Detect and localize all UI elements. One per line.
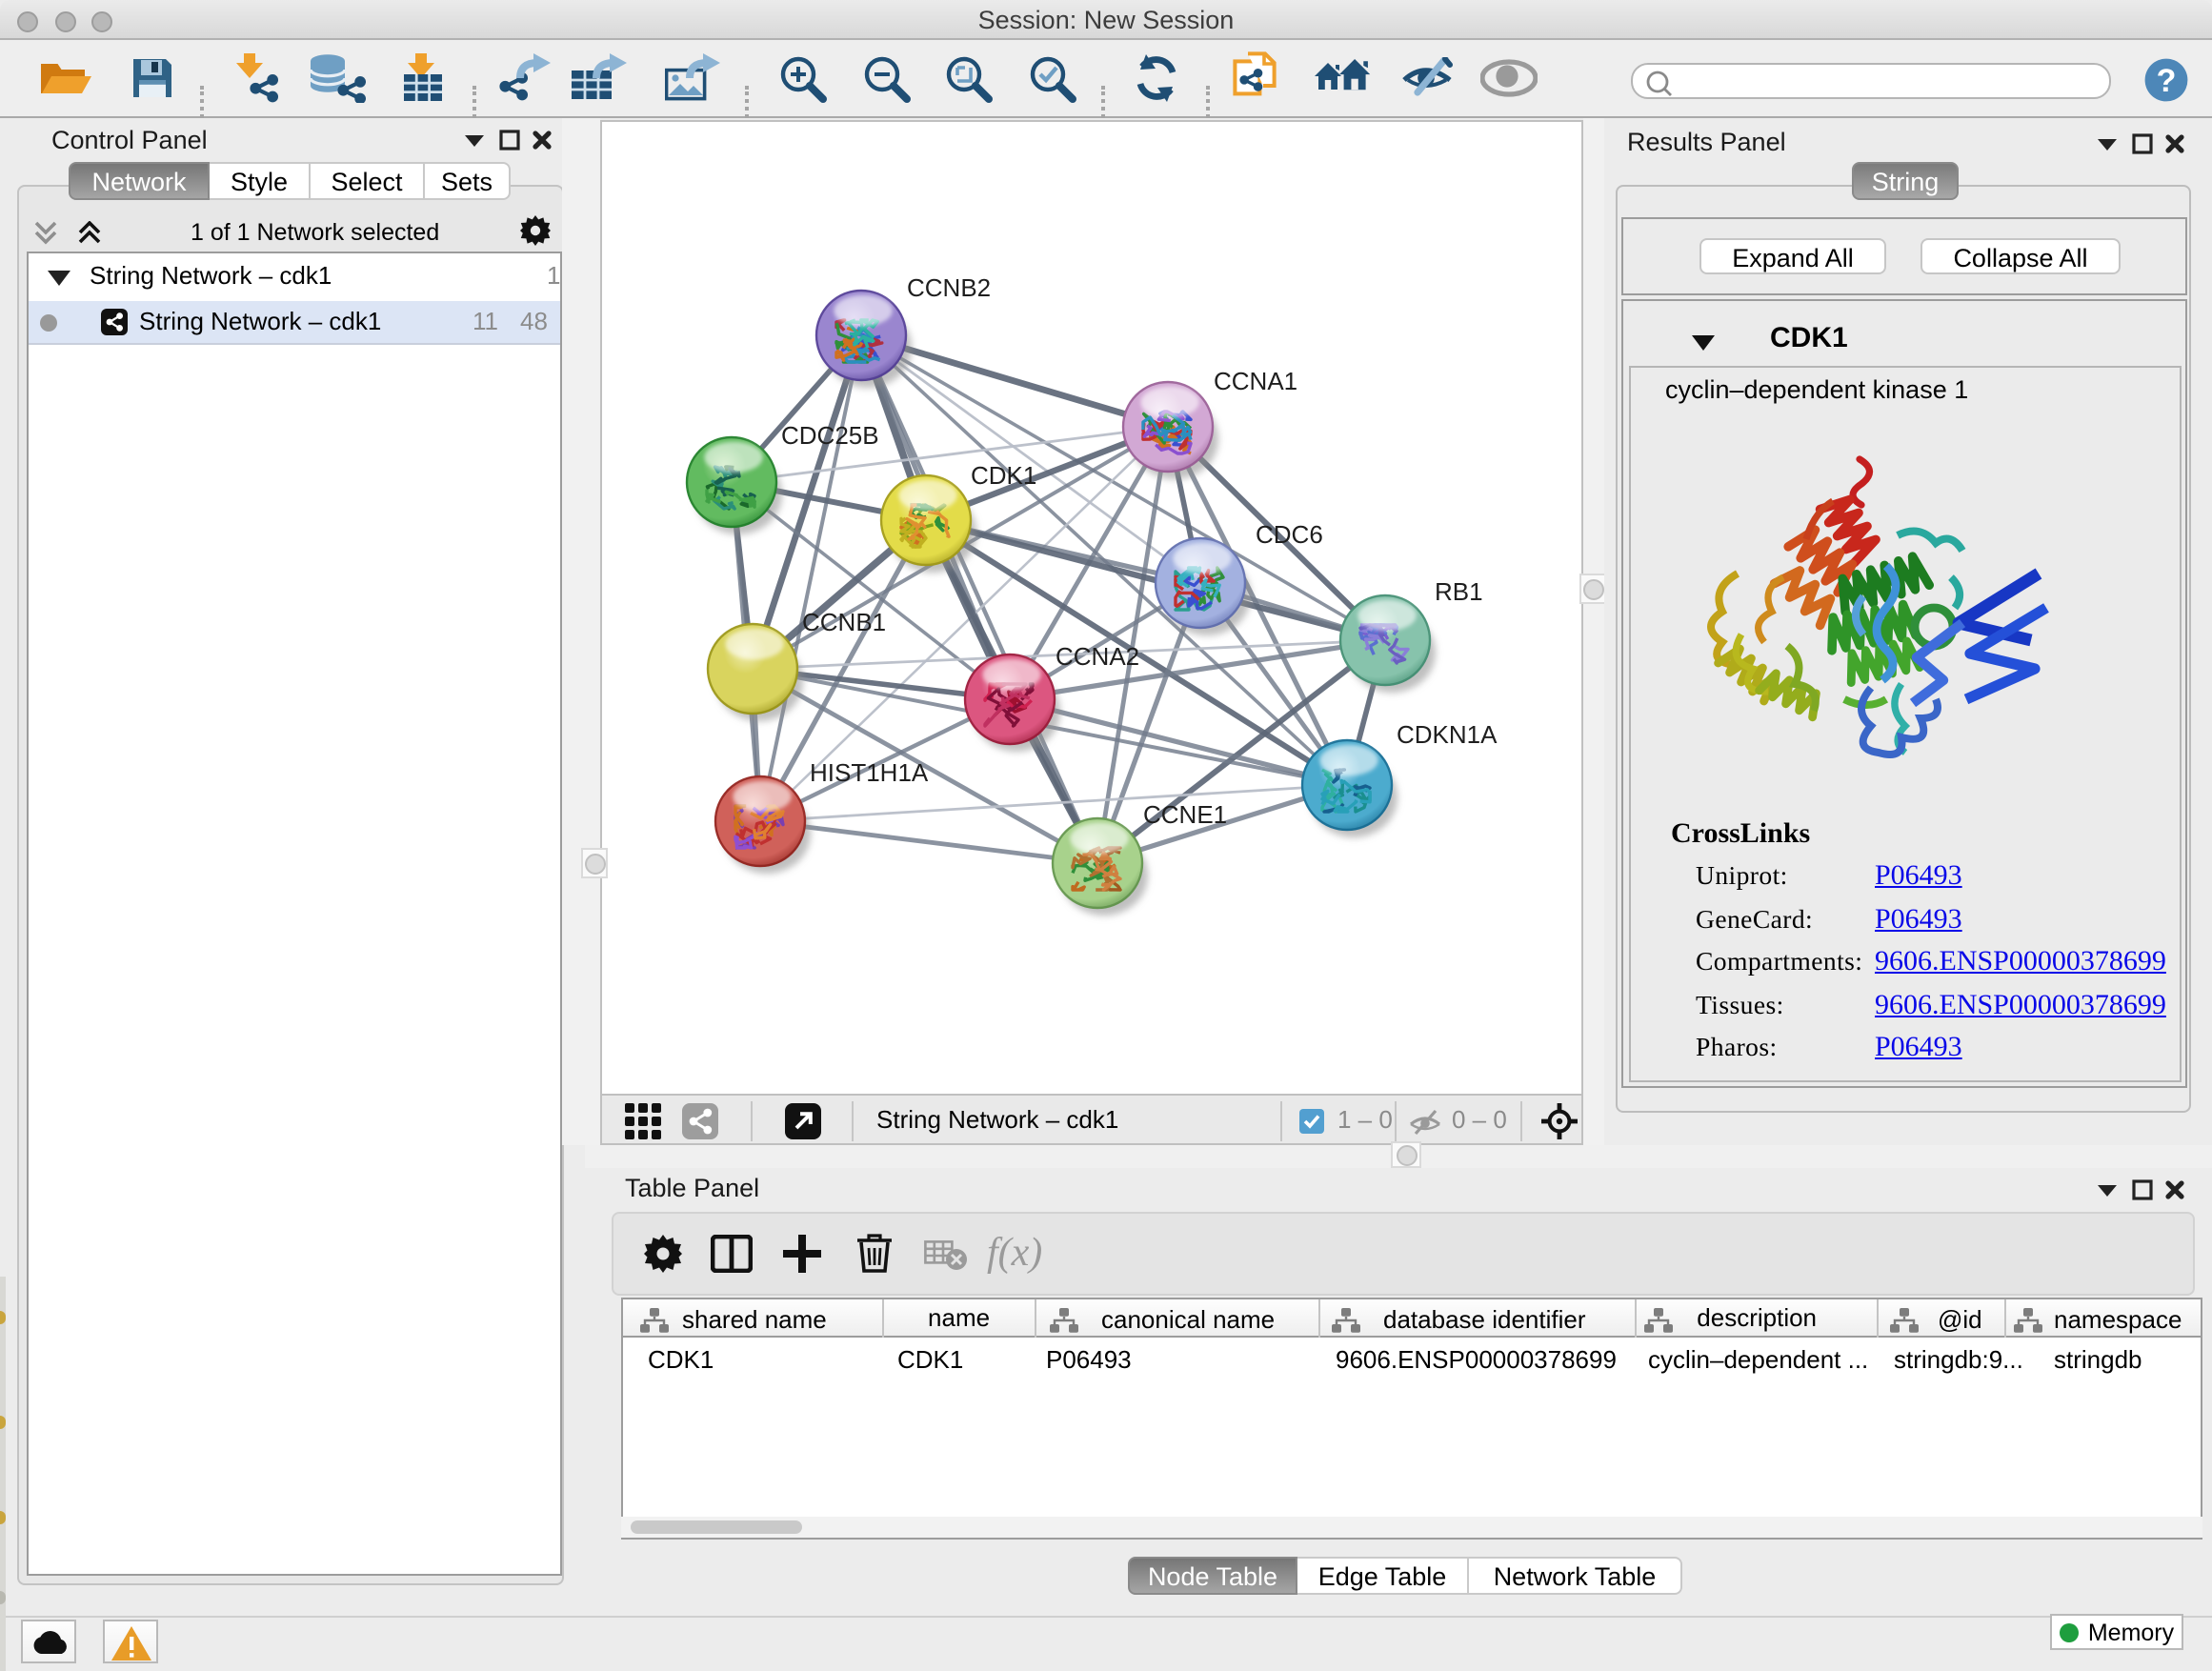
svg-text:CCNE1: CCNE1: [1143, 800, 1227, 829]
svg-text:CCNB2: CCNB2: [907, 273, 991, 302]
svg-text:?: ?: [2157, 63, 2177, 99]
svg-text:CDC6: CDC6: [1256, 520, 1323, 549]
svg-text:HIST1H1A: HIST1H1A: [810, 758, 929, 787]
svg-text:RB1: RB1: [1435, 577, 1483, 606]
svg-text:CCNA2: CCNA2: [1056, 642, 1139, 671]
svg-text:CDK1: CDK1: [971, 461, 1036, 490]
svg-text:CCNA1: CCNA1: [1214, 367, 1297, 395]
svg-text:CCNB1: CCNB1: [802, 608, 886, 636]
svg-text:CDC25B: CDC25B: [781, 421, 879, 450]
svg-text:CDKN1A: CDKN1A: [1397, 720, 1498, 749]
